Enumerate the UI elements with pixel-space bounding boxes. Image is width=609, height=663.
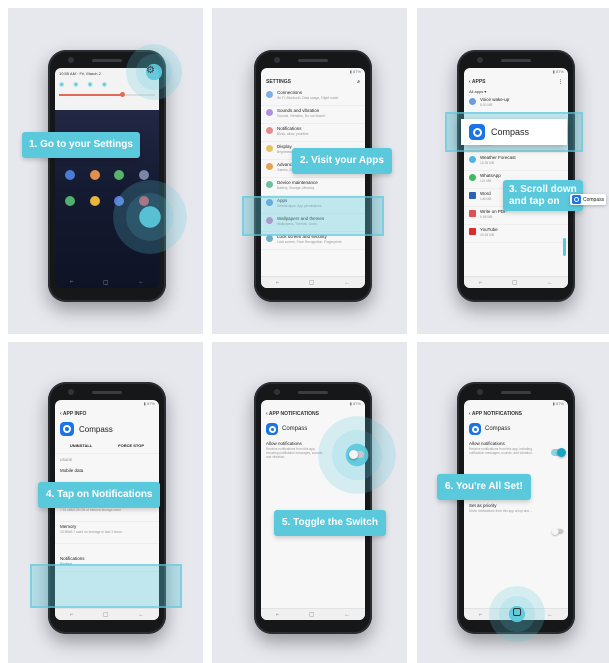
step-4-badge: 4. Tap on Notifications (38, 482, 161, 508)
compass-app-icon (469, 423, 481, 435)
recent-apps-icon[interactable]: ⌐ (276, 280, 280, 286)
compass-row-card[interactable]: Compass (461, 119, 567, 145)
step-4-label: 4. Tap on Notifications (46, 489, 153, 500)
app-item-youtube[interactable]: YouTube 40.63 MB (464, 225, 568, 243)
app-notifications-app-name-2: Compass (485, 426, 511, 432)
app-icon-play-store[interactable] (114, 170, 125, 180)
back-icon[interactable]: ← (138, 279, 144, 286)
step-5-label: 5. Toggle the Switch (282, 517, 378, 528)
app-item-weather-forecast[interactable]: Weather Forecast 10.35 MB (464, 153, 568, 171)
search-icon[interactable]: ⌕ (357, 79, 360, 85)
allow-notifications-toggle-on[interactable] (551, 448, 566, 457)
settings-item-connections[interactable]: Connections Wi-Fi, Bluetooth, Data usage,… (261, 88, 365, 106)
step-5-panel: ▮ 87% ‹ APP NOTIFICATIONS Compass Allow … (212, 342, 407, 663)
app-info-title: APP INFO (62, 411, 87, 417)
step-3-label-line1: 3. Scroll down (509, 184, 577, 195)
recent-apps-icon[interactable]: ⌐ (479, 612, 483, 618)
home-screen: 10:55 AM · Fri, March 2 ◉ ◉ ◉ ◉ ☁ Boston (55, 68, 159, 288)
settings-item-notifications[interactable]: Notifications Block, allow, prioritize (261, 124, 365, 142)
usage-section-label: USAGE (60, 458, 73, 462)
rotate-icon[interactable]: ◉ (102, 81, 107, 88)
status-date: Fri, March 2 (79, 71, 101, 76)
recent-apps-icon[interactable]: ⌐ (479, 280, 483, 286)
apps-screen: ▮ 87% ‹ APPS ⋮ All apps ▾ Voice wake-up 8… (464, 68, 568, 288)
back-icon[interactable]: ← (547, 612, 553, 618)
step-3-panel: ▮ 87% ‹ APPS ⋮ All apps ▾ Voice wake-up 8… (417, 8, 609, 334)
step-5-badge: 5. Toggle the Switch (274, 510, 386, 536)
settings-item-sounds[interactable]: Sounds and vibration Sounds, Vibration, D… (261, 106, 365, 124)
back-icon[interactable]: ← (344, 612, 350, 618)
app-item-voice-wakeup[interactable]: Voice wake-up 8.00 MB (464, 95, 568, 113)
recent-apps-icon[interactable]: ⌐ (70, 612, 74, 618)
step-2-panel: ▮ 87% SETTINGS ⌕ Connections Wi-Fi, Bluet… (212, 8, 407, 334)
dock-messages-icon[interactable] (89, 196, 100, 206)
filter-dropdown-icon[interactable]: ▾ (483, 89, 486, 94)
settings-gear-icon[interactable]: ⚙ (146, 65, 155, 76)
priority-toggle[interactable] (551, 527, 564, 536)
home-icon[interactable]: ▢ (309, 611, 315, 618)
allow-notifications-title: Allow notifications (266, 441, 302, 446)
step-6-label: 6. You're All Set! (445, 481, 523, 492)
app-icon-gallery[interactable] (89, 170, 100, 180)
home-icon[interactable]: ▢ (512, 279, 518, 286)
recent-apps-icon[interactable]: ⌐ (70, 279, 74, 286)
step-1-badge: 1. Go to your Settings (22, 132, 140, 158)
compass-app-icon (266, 423, 278, 435)
home-icon[interactable]: ▢ (309, 279, 315, 286)
allow-notifications-subtitle: Receive notifications from this app, inc… (266, 447, 324, 459)
step-1-label: 1. Go to your Settings (29, 139, 133, 150)
force-stop-button[interactable]: FORCE STOP (118, 443, 144, 448)
bluetooth-icon[interactable]: ◉ (88, 81, 93, 88)
phone-2: ▮ 87% SETTINGS ⌕ Connections Wi-Fi, Bluet… (254, 50, 372, 302)
back-icon[interactable]: ← (344, 280, 350, 286)
step-3-compass-chip: Compass (570, 194, 607, 205)
home-icon[interactable]: ▢ (103, 279, 109, 286)
more-icon[interactable]: ⋮ (558, 79, 563, 85)
back-icon[interactable]: ← (138, 612, 144, 618)
step-2-badge: 2. Visit your Apps (292, 148, 392, 174)
settings-app-highlight (113, 180, 187, 254)
settings-item-maintenance[interactable]: Device maintenance Battery, Storage, Memo… (261, 178, 365, 196)
recent-apps-icon[interactable]: ⌐ (276, 612, 280, 618)
app-notifications-app-name: Compass (282, 426, 308, 432)
dock-phone-icon[interactable] (65, 196, 76, 206)
phone-3: ▮ 87% ‹ APPS ⋮ All apps ▾ Voice wake-up 8… (457, 50, 575, 302)
compass-app-icon (469, 124, 485, 140)
scrollbar-thumb[interactable] (563, 238, 566, 256)
uninstall-button[interactable]: UNINSTALL (70, 443, 92, 448)
app-icon-galaxy[interactable] (65, 170, 76, 180)
step-3-label-line2: and tap on (509, 195, 560, 207)
back-icon[interactable]: ← (547, 280, 553, 286)
step-1-panel: 10:55 AM · Fri, March 2 ◉ ◉ ◉ ◉ ☁ Boston (8, 8, 203, 334)
compass-app-icon (60, 422, 74, 436)
compass-chip-label: Compass (583, 196, 605, 203)
settings-screen: ▮ 87% SETTINGS ⌕ Connections Wi-Fi, Bluet… (261, 68, 365, 288)
app-notifications-title: APP NOTIFICATIONS (268, 411, 319, 417)
step-2-label: 2. Visit your Apps (300, 155, 384, 166)
compass-chip-icon (572, 195, 581, 204)
settings-title: SETTINGS (266, 79, 292, 85)
wifi-icon[interactable]: ◉ (59, 81, 64, 88)
home-icon[interactable]: ▢ (103, 611, 109, 618)
memory-item[interactable]: Memory 43 MB/6.7 used on average in last … (55, 522, 159, 544)
step-4-panel: ▮ 87% ‹ APP INFO Compass UNINSTALL FORCE… (8, 342, 203, 663)
allow-notifications-item-2[interactable]: Allow notifications Receive notification… (464, 438, 538, 458)
home-button-icon[interactable] (513, 608, 521, 616)
step-6-badge: 6. You're All Set! (437, 474, 531, 500)
app-notifications-title-2: APP NOTIFICATIONS (471, 411, 522, 417)
status-time: 10:55 AM (59, 71, 76, 76)
app-info-app-name: Compass (79, 424, 113, 434)
allow-notifications-toggle-off[interactable] (349, 450, 364, 459)
apps-row-highlight (242, 196, 384, 236)
sound-icon[interactable]: ◉ (73, 81, 78, 88)
apps-title: APPS (471, 79, 486, 85)
app-icon-settings[interactable] (138, 170, 149, 180)
step-6-panel: ▮ 87% ‹ APP NOTIFICATIONS Compass Allow … (417, 342, 609, 663)
set-as-priority-item[interactable]: Set as priority Show notifications from … (464, 497, 538, 516)
notifications-row-highlight (30, 564, 182, 608)
compass-row-label: Compass (491, 127, 530, 137)
apps-filter[interactable]: All apps (469, 89, 483, 94)
